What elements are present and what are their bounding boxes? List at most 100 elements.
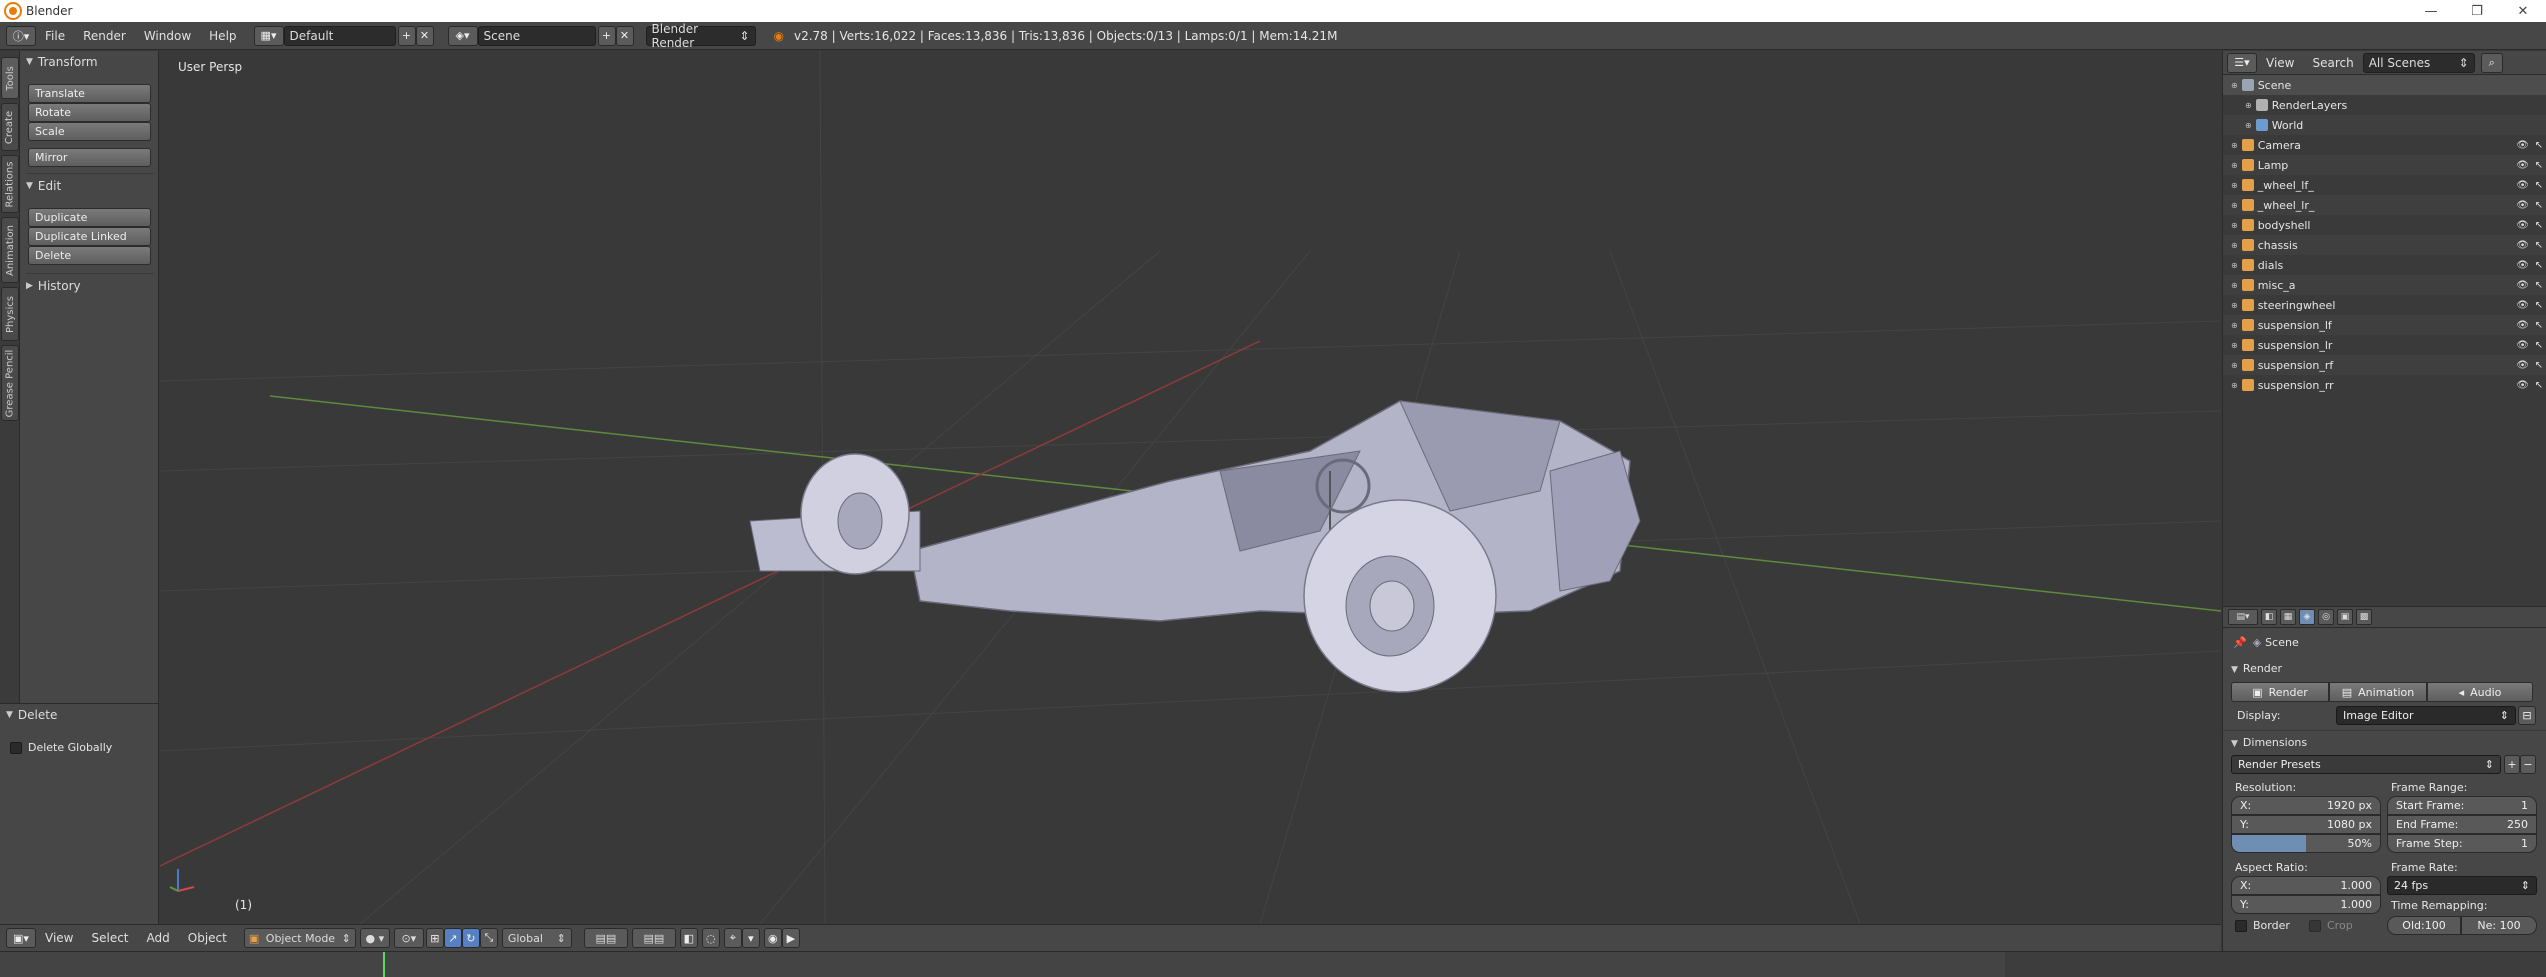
duplicate-linked-button[interactable]: Duplicate Linked <box>28 227 151 246</box>
3d-viewport[interactable]: User Persp (1) <box>160 51 2221 924</box>
delete-button[interactable]: Delete <box>28 246 151 265</box>
expand-icon[interactable]: ⊕ <box>2231 381 2238 390</box>
outliner-row[interactable]: ⊕ suspension_rr 👁 ↖ <box>2223 375 2546 395</box>
editor-type-properties-icon[interactable]: ▤▾ <box>2228 609 2258 625</box>
resolution-percent-slider[interactable]: 50% <box>2231 834 2381 853</box>
render-presets-dropdown[interactable]: Render Presets ⇕ <box>2231 755 2501 774</box>
expand-icon[interactable]: ⊕ <box>2231 321 2238 330</box>
add-scene-icon[interactable]: + <box>597 25 616 46</box>
translate-button[interactable]: Translate <box>28 84 151 103</box>
lock-interface-icon[interactable]: ⊟ <box>2518 706 2536 725</box>
outliner-row[interactable]: ⊕ suspension_lr 👁 ↖ <box>2223 335 2546 355</box>
menu-render[interactable]: Render <box>74 29 135 43</box>
outliner-row[interactable]: ⊕ _wheel_lr_ 👁 ↖ <box>2223 195 2546 215</box>
visibility-eye-icon[interactable]: 👁 <box>2516 180 2529 191</box>
outliner-row[interactable]: ⊕ _wheel_lf_ 👁 ↖ <box>2223 175 2546 195</box>
history-panel-header[interactable]: ▶ History <box>20 275 81 297</box>
expand-icon[interactable]: ⊕ <box>2231 141 2238 150</box>
scale-manipulator-icon[interactable]: ⤡ <box>479 928 498 948</box>
snap-icon[interactable]: ⌖ <box>723 928 742 948</box>
frame-rate-dropdown[interactable]: 24 fps ⇕ <box>2387 876 2537 895</box>
screen-layout-field[interactable]: Default <box>283 25 396 46</box>
expand-icon[interactable]: ⊕ <box>2231 241 2238 250</box>
visibility-eye-icon[interactable]: 👁 <box>2516 300 2529 311</box>
duplicate-button[interactable]: Duplicate <box>28 208 151 227</box>
time-new-field[interactable]: Ne: 100 <box>2461 916 2537 935</box>
expand-icon[interactable]: ⊕ <box>2231 301 2238 310</box>
selectable-arrow-icon[interactable]: ↖ <box>2535 260 2543 271</box>
selectable-arrow-icon[interactable]: ↖ <box>2535 160 2543 171</box>
add-screen-icon[interactable]: + <box>397 25 416 46</box>
menu-window[interactable]: Window <box>135 29 200 43</box>
visibility-eye-icon[interactable]: 👁 <box>2516 320 2529 331</box>
display-dropdown[interactable]: Image Editor ⇕ <box>2336 706 2516 725</box>
visibility-eye-icon[interactable]: 👁 <box>2516 280 2529 291</box>
resolution-y-field[interactable]: Y: 1080 px <box>2231 815 2381 834</box>
menu-help[interactable]: Help <box>200 29 245 43</box>
scale-button[interactable]: Scale <box>28 122 151 141</box>
scene-tab-icon[interactable]: ◈ <box>2299 609 2315 625</box>
selectable-arrow-icon[interactable]: ↖ <box>2535 140 2543 151</box>
remove-scene-icon[interactable]: ✕ <box>615 25 634 46</box>
selectable-arrow-icon[interactable]: ↖ <box>2535 240 2543 251</box>
render-layers-tab-icon[interactable]: ▦ <box>2280 609 2296 625</box>
pin-icon[interactable]: 📌 <box>2233 636 2247 649</box>
object-tab-icon[interactable]: ▣ <box>2337 609 2353 625</box>
visibility-eye-icon[interactable]: 👁 <box>2516 240 2529 251</box>
start-frame-field[interactable]: Start Frame: 1 <box>2387 796 2537 815</box>
outliner-row[interactable]: ⊕ suspension_rf 👁 ↖ <box>2223 355 2546 375</box>
menu-add[interactable]: Add <box>138 931 179 945</box>
aspect-x-field[interactable]: X: 1.000 <box>2231 876 2381 895</box>
resolution-x-field[interactable]: X: 1920 px <box>2231 796 2381 815</box>
menu-view[interactable]: View <box>36 931 82 945</box>
outliner-menu-view[interactable]: View <box>2257 56 2303 70</box>
expand-icon[interactable]: ⊕ <box>2231 221 2238 230</box>
maximize-button[interactable]: ❐ <box>2454 0 2500 22</box>
expand-icon[interactable]: ⊕ <box>2231 281 2238 290</box>
scene-field[interactable]: Scene <box>477 25 596 46</box>
tab-tools[interactable]: Tools <box>1 57 19 99</box>
tab-animation[interactable]: Animation <box>1 217 19 283</box>
outliner-row[interactable]: ⊕ suspension_lf 👁 ↖ <box>2223 315 2546 335</box>
end-frame-field[interactable]: End Frame: 250 <box>2387 815 2537 834</box>
outliner-row[interactable]: ⊕ steeringwheel 👁 ↖ <box>2223 295 2546 315</box>
rotate-button[interactable]: Rotate <box>28 103 151 122</box>
display-filter-dropdown[interactable]: All Scenes ⇕ <box>2362 52 2475 73</box>
selectable-arrow-icon[interactable]: ↖ <box>2535 300 2543 311</box>
render-tab-icon[interactable]: ◧ <box>2261 609 2277 625</box>
menu-file[interactable]: File <box>36 29 74 43</box>
visibility-eye-icon[interactable]: 👁 <box>2516 380 2529 391</box>
add-preset-icon[interactable]: + <box>2504 755 2520 774</box>
edit-panel-header[interactable]: ▼ Edit <box>20 175 61 197</box>
expand-icon[interactable]: ⊕ <box>2231 201 2238 210</box>
selectable-arrow-icon[interactable]: ↖ <box>2535 280 2543 291</box>
current-frame-marker[interactable] <box>383 952 385 977</box>
mode-dropdown[interactable]: ▣ Object Mode ⇕ <box>243 928 356 948</box>
mirror-button[interactable]: Mirror <box>28 148 151 167</box>
outliner-row[interactable]: ⊕ RenderLayers <box>2223 95 2546 115</box>
selectable-arrow-icon[interactable]: ↖ <box>2535 220 2543 231</box>
outliner-row[interactable]: ⊕ Lamp 👁 ↖ <box>2223 155 2546 175</box>
tab-create[interactable]: Create <box>1 103 19 151</box>
expand-icon[interactable]: ⊕ <box>2245 121 2252 130</box>
dimensions-panel-header[interactable]: ▼ Dimensions <box>2231 736 2307 749</box>
visibility-eye-icon[interactable]: 👁 <box>2516 200 2529 211</box>
close-button[interactable]: ✕ <box>2500 0 2546 22</box>
tab-relations[interactable]: Relations <box>1 155 19 213</box>
expand-icon[interactable]: ⊕ <box>2231 261 2238 270</box>
layers-grid-b[interactable]: ▤▤ <box>631 928 676 948</box>
orientation-dropdown[interactable]: Global ⇕ <box>501 928 572 948</box>
menu-select[interactable]: Select <box>82 931 137 945</box>
remove-preset-icon[interactable]: − <box>2520 755 2536 774</box>
outliner-row[interactable]: ⊕ dials 👁 ↖ <box>2223 255 2546 275</box>
selectable-arrow-icon[interactable]: ↖ <box>2535 180 2543 191</box>
outliner-menu-search[interactable]: Search <box>2303 56 2362 70</box>
outliner-row[interactable]: ⊕ Scene <box>2223 75 2546 95</box>
expand-icon[interactable]: ⊕ <box>2231 161 2238 170</box>
minimize-button[interactable]: — <box>2408 0 2454 22</box>
lock-layers-icon[interactable]: ◧ <box>679 928 698 948</box>
selectable-arrow-icon[interactable]: ↖ <box>2535 380 2543 391</box>
operator-panel-header[interactable]: ▼ Delete <box>0 704 158 726</box>
pivot-point-dropdown[interactable]: ⊙▾ <box>393 928 424 948</box>
menu-object[interactable]: Object <box>179 931 236 945</box>
